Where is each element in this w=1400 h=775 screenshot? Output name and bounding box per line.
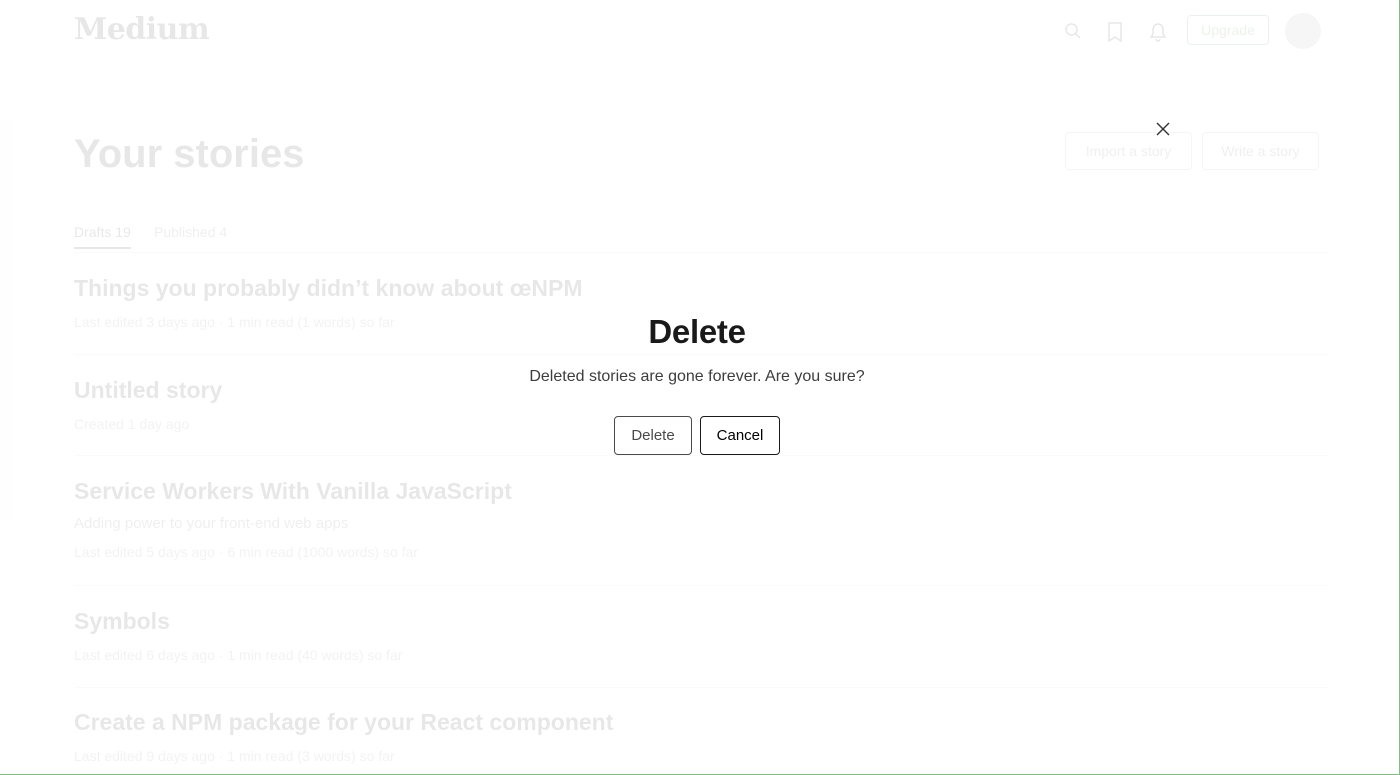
close-icon[interactable] — [1153, 119, 1173, 139]
story-title[interactable]: Service Workers With Vanilla JavaScript — [74, 478, 1328, 505]
write-story-button[interactable]: Write a story — [1202, 132, 1319, 170]
divider — [74, 455, 1328, 456]
bookmark-icon[interactable] — [1106, 22, 1124, 43]
medium-logo[interactable]: Medium — [74, 12, 210, 47]
story-subtitle: Adding power to your front-end web apps — [74, 515, 349, 532]
dialog-message: Deleted stories are gone forever. Are yo… — [529, 368, 865, 385]
tab-drafts[interactable]: Drafts 19 — [74, 224, 131, 249]
story-meta: Last edited 5 days ago · 6 min read (100… — [74, 544, 418, 560]
upgrade-button[interactable]: Upgrade — [1187, 15, 1269, 45]
list-item[interactable]: Create a NPM package for your React comp… — [74, 709, 1328, 764]
story-meta: Last edited 9 days ago · 1 min read (3 w… — [74, 748, 395, 764]
stories-page: Medium Upgrade Your stories Import a sto… — [0, 0, 1400, 775]
tab-published[interactable]: Published 4 — [154, 224, 227, 240]
story-meta: Last edited 6 days ago · 1 min read (40 … — [74, 647, 403, 663]
list-item[interactable]: Symbols Last edited 6 days ago · 1 min r… — [74, 608, 1328, 663]
dialog-title: Delete — [648, 313, 746, 350]
search-icon[interactable] — [1064, 22, 1082, 40]
story-tabs: Drafts 19 Published 4 — [74, 224, 1328, 253]
divider — [74, 687, 1328, 688]
cancel-button[interactable]: Cancel — [700, 416, 780, 455]
story-title[interactable]: Things you probably didn’t know about œN… — [74, 275, 1328, 302]
divider — [74, 354, 1328, 355]
story-title[interactable]: Symbols — [74, 608, 1328, 635]
bell-icon[interactable] — [1149, 22, 1167, 42]
story-title[interactable]: Create a NPM package for your React comp… — [74, 709, 1328, 736]
list-item[interactable]: Service Workers With Vanilla JavaScript … — [74, 478, 1328, 560]
page-title: Your stories — [74, 132, 305, 176]
divider — [74, 585, 1328, 586]
avatar[interactable] — [1285, 13, 1321, 49]
confirm-delete-button[interactable]: Delete — [614, 416, 692, 455]
